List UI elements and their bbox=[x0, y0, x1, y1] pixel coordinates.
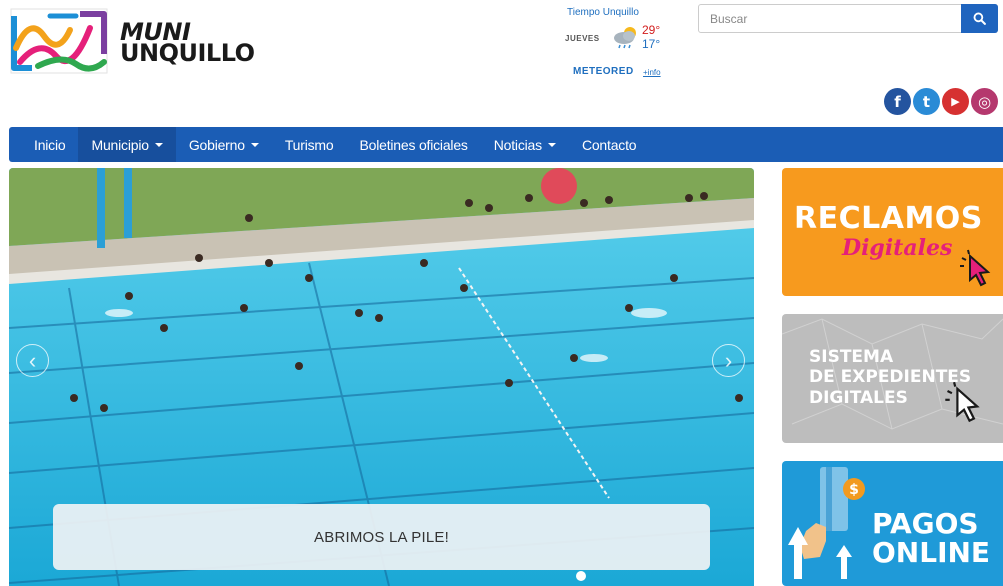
nav-item-turismo[interactable]: Turismo bbox=[272, 127, 347, 162]
cursor-click-icon bbox=[960, 249, 991, 287]
nav-item-noticias[interactable]: Noticias bbox=[481, 127, 569, 162]
cursor-click-icon bbox=[945, 381, 980, 423]
pagos-line-1: PAGOS bbox=[872, 507, 979, 540]
nav-item-municipio[interactable]: Municipio bbox=[78, 127, 176, 162]
youtube-icon[interactable]: ▶ bbox=[942, 88, 969, 115]
social-links: f t ▶ ◎ bbox=[884, 88, 998, 116]
nav-item-label: Turismo bbox=[284, 136, 334, 153]
logo-mark-icon bbox=[10, 8, 108, 74]
weather-widget[interactable]: Tiempo Unquillo JUEVES 29° 17° METEORED … bbox=[560, 5, 680, 81]
caret-down-icon bbox=[154, 142, 163, 147]
nav-item-boletines[interactable]: Boletines oficiales bbox=[346, 127, 480, 162]
municipality-logo[interactable]: MUNI UNQUILLO bbox=[10, 8, 258, 78]
caret-down-icon bbox=[547, 142, 556, 147]
slider-indicator-dot[interactable] bbox=[576, 571, 586, 581]
instagram-icon[interactable]: ◎ bbox=[971, 88, 998, 115]
weather-title[interactable]: Tiempo Unquillo bbox=[567, 7, 639, 18]
nav-item-inicio[interactable]: Inicio bbox=[9, 127, 78, 162]
hero-slider: ‹ › ABRIMOS LA PILE! bbox=[9, 168, 754, 586]
expedientes-line-3: DIGITALES bbox=[809, 388, 908, 408]
pagos-line-2: ONLINE bbox=[872, 536, 991, 569]
caret-down-icon bbox=[250, 142, 259, 147]
slide-caption-text: ABRIMOS LA PILE! bbox=[314, 528, 449, 546]
nav-item-label: Gobierno bbox=[188, 136, 245, 153]
twitter-icon[interactable]: t bbox=[913, 88, 940, 115]
nav-item-gobierno[interactable]: Gobierno bbox=[176, 127, 272, 162]
reclamos-subtitle: Digitales bbox=[842, 235, 953, 261]
logo-line-2: UNQUILLO bbox=[120, 39, 255, 67]
facebook-icon[interactable]: f bbox=[884, 88, 911, 115]
nav-item-label: Contacto bbox=[581, 136, 637, 153]
page: MUNI UNQUILLO Tiempo Unquillo JUEVES 29°… bbox=[0, 0, 1003, 586]
nav-item-label: Municipio bbox=[91, 136, 149, 153]
expedientes-digitales-banner[interactable]: SISTEMA DE EXPEDIENTES DIGITALES bbox=[782, 314, 1003, 443]
slider-prev-button[interactable]: ‹ bbox=[16, 344, 49, 377]
reclamos-digitales-banner[interactable]: RECLAMOS Digitales bbox=[782, 168, 1003, 296]
reclamos-title: RECLAMOS bbox=[794, 201, 983, 236]
partly-cloudy-rain-icon bbox=[614, 27, 636, 49]
nav-item-label: Noticias bbox=[493, 136, 542, 153]
search-icon bbox=[973, 12, 986, 25]
nav-item-contacto[interactable]: Contacto bbox=[569, 127, 649, 162]
weather-low-temp: 17° bbox=[642, 37, 661, 51]
pagos-online-banner[interactable]: $ PAGOS ONLINE bbox=[782, 461, 1003, 586]
nav-item-label: Inicio bbox=[34, 136, 66, 153]
logo-wordmark: MUNI UNQUILLO bbox=[120, 20, 255, 67]
search-input[interactable] bbox=[699, 5, 961, 32]
slider-next-button[interactable]: › bbox=[712, 344, 745, 377]
search-box bbox=[698, 4, 998, 33]
slide-caption[interactable]: ABRIMOS LA PILE! bbox=[53, 504, 710, 570]
nav-item-label: Boletines oficiales bbox=[359, 136, 468, 153]
weather-info-link[interactable]: +info bbox=[643, 68, 661, 77]
weather-provider[interactable]: METEORED bbox=[573, 66, 634, 77]
card-payment-icon: $ bbox=[788, 467, 865, 579]
main-navbar: Inicio Municipio Gobierno Turismo Boleti… bbox=[9, 127, 1003, 162]
search-button[interactable] bbox=[961, 4, 998, 33]
expedientes-line-1: SISTEMA bbox=[809, 347, 894, 367]
weather-high-temp: 29° bbox=[642, 23, 661, 37]
svg-text:$: $ bbox=[849, 482, 859, 498]
weather-day: JUEVES bbox=[565, 34, 600, 43]
